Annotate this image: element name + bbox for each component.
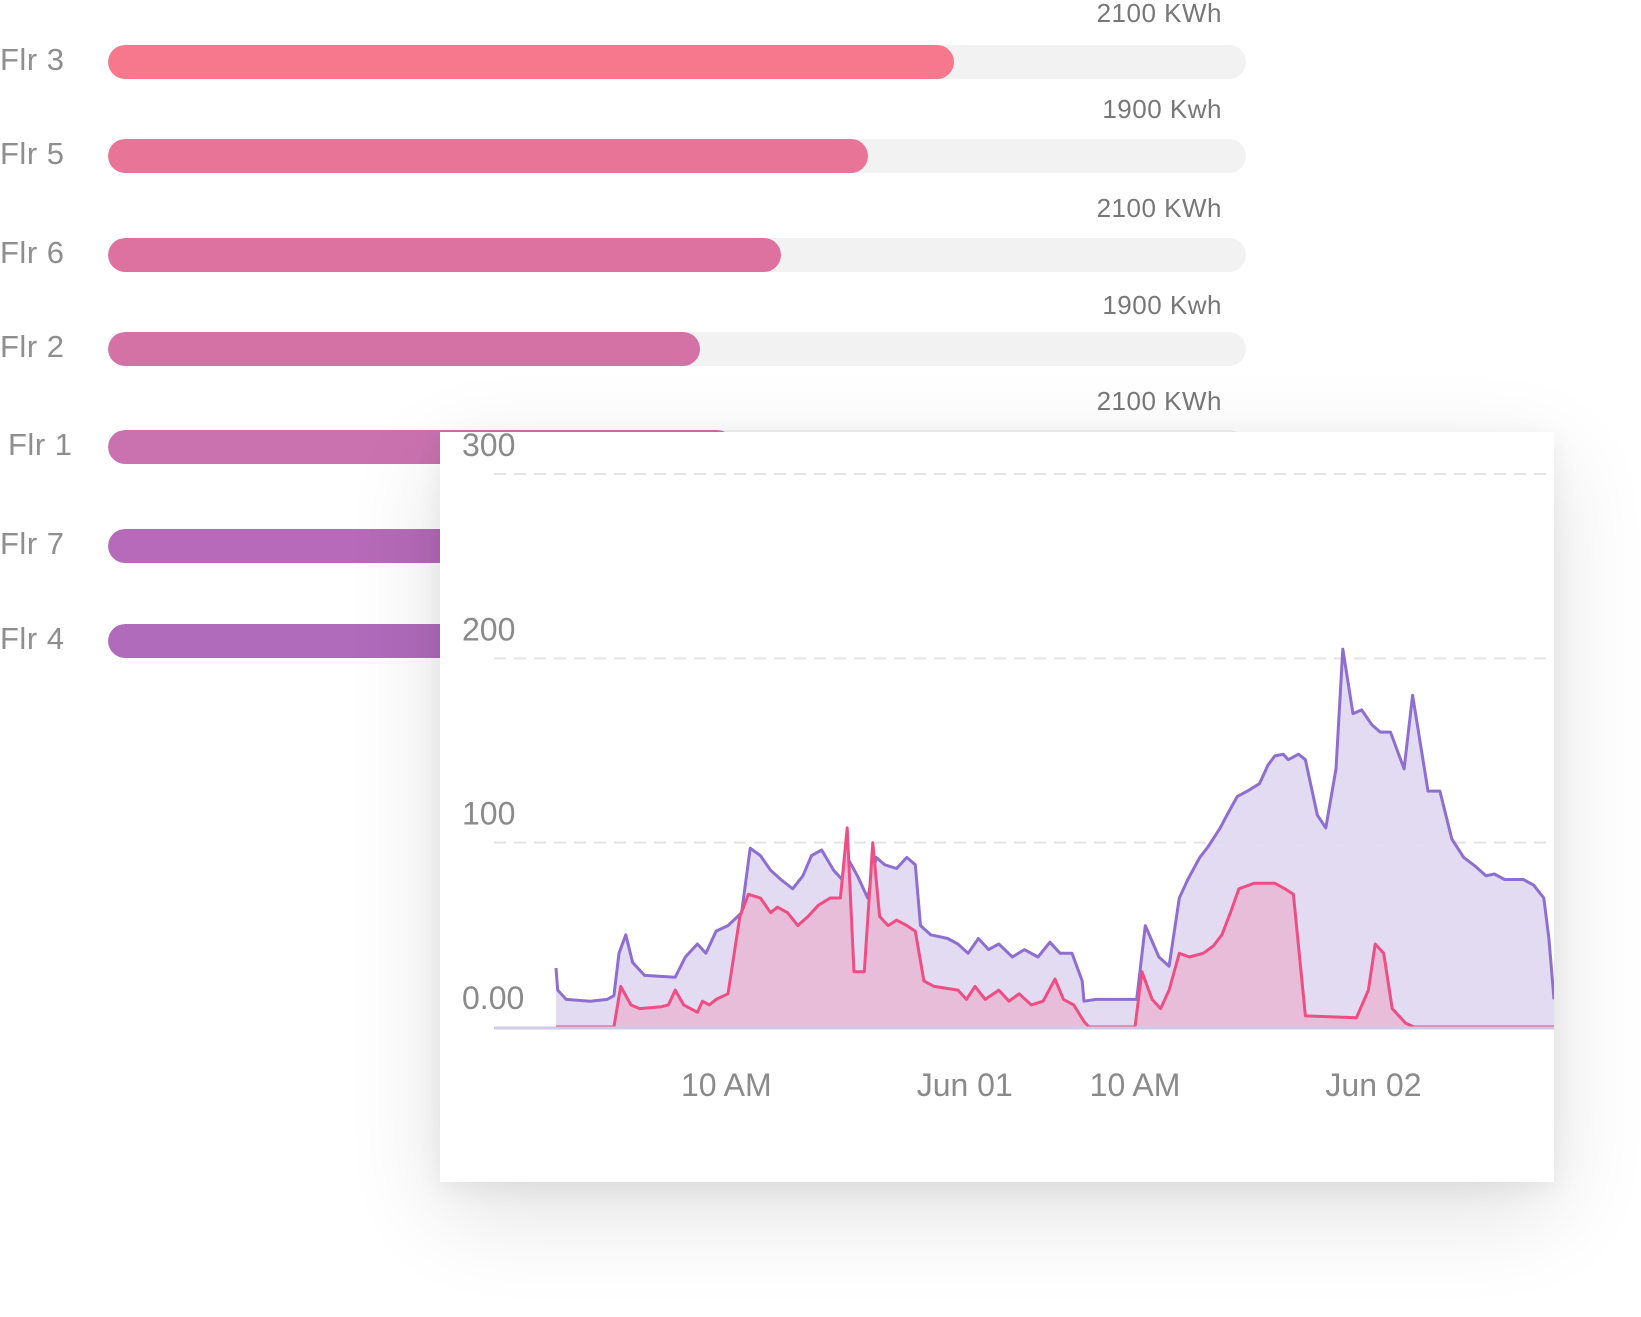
y-tick-label: 300 <box>462 432 515 463</box>
floor-row: Flr 2 <box>0 327 1260 367</box>
floor-label: Flr 7 <box>0 526 65 561</box>
energy-chart-card: 0.00 100 200 300 10 AM Jun 01 10 AM Jun 02 <box>440 432 1554 1182</box>
floor-bar-track <box>108 238 1246 272</box>
x-tick-label: Jun 01 <box>917 1067 1013 1103</box>
x-tick-label: Jun 02 <box>1325 1067 1421 1103</box>
floor-value-label: 2100 KWh <box>1096 386 1222 416</box>
floor-label: Flr 2 <box>0 329 65 364</box>
y-tick-label: 0.00 <box>462 980 524 1016</box>
floor-bar-fill <box>108 238 781 272</box>
floor-bar-track <box>108 332 1246 366</box>
x-tick-label: 10 AM <box>1090 1067 1181 1103</box>
floor-label: Flr 6 <box>0 235 65 270</box>
floor-bar-fill <box>108 332 700 366</box>
floor-label: Flr 4 <box>0 621 65 656</box>
floor-label: Flr 3 <box>0 42 65 77</box>
floor-value-label: 1900 Kwh <box>1102 94 1222 124</box>
floor-value-label: 2100 KWh <box>1096 0 1222 28</box>
floor-bar-fill <box>108 45 954 79</box>
floor-label: Flr 5 <box>0 136 65 171</box>
floor-bar-fill <box>108 139 869 173</box>
y-tick-label: 100 <box>462 796 515 832</box>
floor-row: Flr 6 <box>0 233 1260 273</box>
floor-row: Flr 5 <box>0 134 1260 174</box>
energy-area-chart: 0.00 100 200 300 10 AM Jun 01 10 AM Jun 02 <box>462 432 1554 1103</box>
floor-label: Flr 1 <box>8 427 73 462</box>
floor-bar-track <box>108 45 1246 79</box>
floor-value-label: 1900 Kwh <box>1102 290 1222 320</box>
floor-bar-track <box>108 139 1246 173</box>
y-tick-label: 200 <box>462 611 515 647</box>
series-area-1 <box>556 649 1554 1027</box>
floor-value-label: 2100 KWh <box>1096 193 1222 223</box>
x-tick-label: 10 AM <box>681 1067 772 1103</box>
floor-row: Flr 3 <box>0 40 1260 80</box>
